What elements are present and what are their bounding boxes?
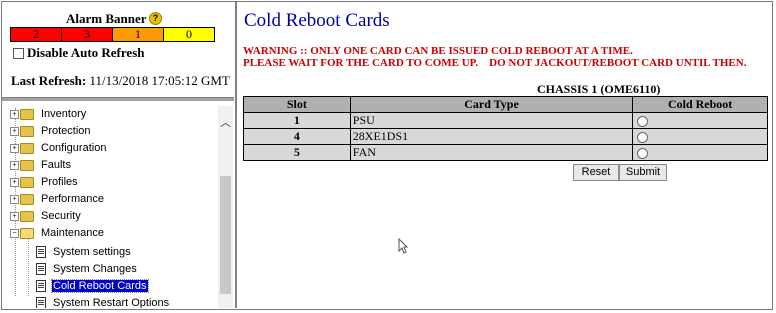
alarm-minor-count[interactable]: 1 xyxy=(113,28,164,41)
folder-open-icon xyxy=(20,227,34,239)
tree-item-protection[interactable]: + Protection xyxy=(10,123,92,139)
cold-reboot-radio[interactable] xyxy=(637,131,649,143)
header-cold-reboot: Cold Reboot xyxy=(632,96,768,113)
folder-icon xyxy=(20,108,34,120)
tree-item-system-changes[interactable]: System Changes xyxy=(36,261,138,277)
table-row: 4 28XE1DS1 xyxy=(243,128,768,145)
cold-reboot-cell xyxy=(632,128,768,145)
folder-icon xyxy=(20,159,34,171)
tree-item-inventory[interactable]: + Inventory xyxy=(10,106,87,122)
tree-item-label[interactable]: Security xyxy=(40,210,82,222)
expand-icon[interactable]: + xyxy=(10,177,19,187)
last-refresh: Last Refresh: 11/13/2018 17:05:12 GMT xyxy=(11,73,230,89)
document-icon xyxy=(36,263,46,275)
scroll-up-arrow-icon[interactable]: ︿ xyxy=(218,114,233,130)
card-type-cell: 28XE1DS1 xyxy=(349,128,634,145)
disable-auto-refresh-checkbox[interactable] xyxy=(13,47,24,59)
slot-cell: 4 xyxy=(243,128,351,145)
page-title: Cold Reboot Cards xyxy=(244,10,390,31)
folder-icon xyxy=(20,210,34,222)
tree-item-label[interactable]: Profiles xyxy=(40,176,79,188)
cold-reboot-cell xyxy=(632,112,768,129)
header-card-type: Card Type xyxy=(349,96,634,113)
tree-item-security[interactable]: + Security xyxy=(10,208,82,224)
tree-item-label[interactable]: Performance xyxy=(40,193,105,205)
alarm-warning-count[interactable]: 0 xyxy=(164,28,214,41)
cold-reboot-radio[interactable] xyxy=(637,147,649,159)
slot-cell: 5 xyxy=(243,144,351,161)
disable-auto-refresh[interactable]: Disable Auto Refresh xyxy=(13,45,144,61)
help-icon[interactable]: ? xyxy=(149,12,162,25)
pane-separator xyxy=(2,97,234,101)
warning-message: WARNING :: ONLY ONE CARD CAN BE ISSUED C… xyxy=(243,45,746,69)
tree-item-label[interactable]: Maintenance xyxy=(40,227,105,239)
table-header-row: Slot Card Type Cold Reboot xyxy=(243,96,768,113)
tree-item-label[interactable]: System Changes xyxy=(52,263,138,275)
tree-item-label[interactable]: Faults xyxy=(40,159,72,171)
cold-reboot-radio[interactable] xyxy=(637,115,649,127)
alarm-major-count[interactable]: 3 xyxy=(62,28,113,41)
pane-divider[interactable] xyxy=(235,2,237,308)
disable-auto-refresh-label: Disable Auto Refresh xyxy=(27,45,145,60)
cold-reboot-cell xyxy=(632,144,768,161)
alarm-banner-title: Alarm Banner xyxy=(66,11,147,26)
tree-item-system-restart-options[interactable]: System Restart Options xyxy=(36,295,170,308)
header-slot: Slot xyxy=(243,96,351,113)
expand-icon[interactable]: + xyxy=(10,160,19,170)
alarm-critical-count[interactable]: 2 xyxy=(11,28,62,41)
expand-icon[interactable]: + xyxy=(10,126,19,136)
tree-item-cold-reboot-cards[interactable]: Cold Reboot Cards xyxy=(36,278,149,294)
folder-icon xyxy=(20,125,34,137)
submit-button[interactable]: Submit xyxy=(619,164,667,181)
folder-icon xyxy=(20,193,34,205)
tree-item-performance[interactable]: + Performance xyxy=(10,191,105,207)
tree-item-system-settings[interactable]: System settings xyxy=(36,244,132,260)
chassis-label: CHASSIS 1 (OME6110) xyxy=(537,82,661,96)
tree-item-maintenance[interactable]: − Maintenance xyxy=(10,225,105,241)
tree-item-label[interactable]: Protection xyxy=(40,125,92,137)
last-refresh-value: 11/13/2018 17:05:12 GMT xyxy=(89,73,230,88)
alarm-banner[interactable]: 2 3 1 0 xyxy=(10,27,215,42)
cards-table: Slot Card Type Cold Reboot 1 PSU 4 28XE1… xyxy=(243,96,768,161)
warning-line-1: WARNING :: ONLY ONE CARD CAN BE ISSUED C… xyxy=(243,45,633,57)
navigation-tree: + Inventory + Protection + Configuration… xyxy=(0,106,218,308)
scroll-thumb[interactable] xyxy=(220,176,231,294)
expand-icon[interactable]: + xyxy=(10,211,19,221)
document-icon xyxy=(36,297,46,308)
table-row: 1 PSU xyxy=(243,112,768,129)
tree-scrollbar[interactable]: ︿ xyxy=(218,106,233,308)
tree-item-label-selected[interactable]: Cold Reboot Cards xyxy=(51,279,149,293)
mouse-cursor-icon xyxy=(398,237,409,254)
document-icon xyxy=(36,246,46,258)
tree-item-faults[interactable]: + Faults xyxy=(10,157,72,173)
slot-cell: 1 xyxy=(243,112,351,129)
table-row: 5 FAN xyxy=(243,144,768,161)
expand-icon[interactable]: + xyxy=(10,194,19,204)
card-type-cell: FAN xyxy=(349,144,634,161)
tree-item-label[interactable]: Configuration xyxy=(40,142,107,154)
tree-item-label[interactable]: System Restart Options xyxy=(52,297,170,308)
warning-line-2: PLEASE WAIT FOR THE CARD TO COME UP. DO … xyxy=(243,57,747,69)
folder-icon xyxy=(20,176,34,188)
last-refresh-label: Last Refresh: xyxy=(11,73,87,88)
tree-item-profiles[interactable]: + Profiles xyxy=(10,174,79,190)
tree-item-label[interactable]: System settings xyxy=(52,246,132,258)
document-icon xyxy=(36,280,46,292)
tree-item-configuration[interactable]: + Configuration xyxy=(10,140,107,156)
reset-button[interactable]: Reset xyxy=(573,164,619,181)
tree-item-label[interactable]: Inventory xyxy=(40,108,87,120)
collapse-icon[interactable]: − xyxy=(10,228,19,238)
expand-icon[interactable]: + xyxy=(10,109,19,119)
card-type-cell: PSU xyxy=(349,112,634,129)
expand-icon[interactable]: + xyxy=(10,143,19,153)
folder-icon xyxy=(20,142,34,154)
